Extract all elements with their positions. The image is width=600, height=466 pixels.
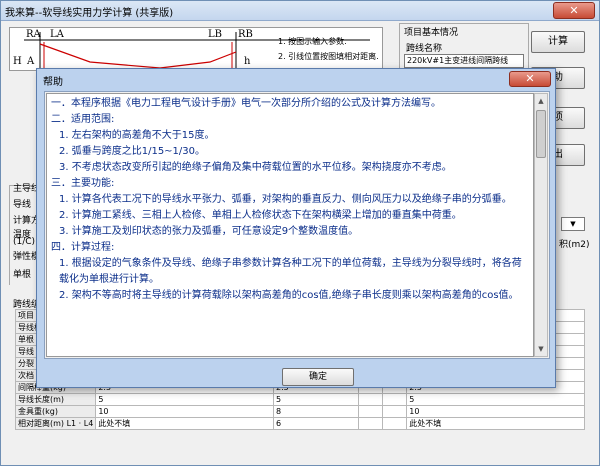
label-lb: LB bbox=[208, 29, 222, 40]
help-paragraph: 3. 计算施工及划印状态的张力及弧垂，可任意设定9个整数温度值。 bbox=[59, 226, 359, 237]
line-name-label: 跨线名称 bbox=[406, 44, 443, 54]
table-cell[interactable]: 5 bbox=[95, 393, 275, 406]
table-row: 相对距离(m) L1 · L4 此处不填 6 此处不填 bbox=[14, 417, 585, 430]
help-scrollbar[interactable]: ▲ ▼ bbox=[534, 93, 548, 357]
table-cell[interactable]: 6 bbox=[273, 417, 360, 430]
table-cell[interactable]: 5 bbox=[273, 393, 360, 406]
help-paragraph: 三．主要功能: bbox=[51, 178, 115, 189]
label-hb: h bbox=[244, 56, 251, 67]
bg-label-coef: (1/C) bbox=[13, 237, 36, 247]
help-paragraph: 2. 架构不等高时将主导线的计算荷载除以架构高差角的cos值,绝缘子串长度则乘以… bbox=[59, 290, 519, 301]
confirm-button[interactable]: 确定 bbox=[282, 368, 354, 386]
row-label: 金具重(kg) bbox=[14, 405, 97, 418]
table-cell[interactable] bbox=[358, 405, 384, 418]
help-paragraph: 1. 计算各代表工况下的导线水平张力、弧垂，对架构的垂直反力、侧向风压力以及绝缘… bbox=[59, 194, 512, 205]
label-h: H bbox=[13, 56, 22, 67]
help-paragraph: 1. 根据设定的气象条件及导线、绝缘子串参数计算各种工况下的单位荷载，主导线为分… bbox=[59, 258, 522, 285]
span-diagram: RA LA H A LB RB h 1. 按图示输入参数. 2. 引线位置按图填… bbox=[9, 27, 383, 71]
table-cell[interactable] bbox=[382, 405, 408, 418]
step-1: 1. 按图示输入参数. bbox=[278, 37, 347, 46]
scroll-thumb[interactable] bbox=[536, 110, 546, 158]
table-cell[interactable] bbox=[382, 393, 408, 406]
scroll-down-icon[interactable]: ▼ bbox=[535, 342, 547, 356]
window-title: 我来算--软导线实用力学计算 (共享版) bbox=[5, 8, 174, 19]
project-info-title: 项目基本情况 bbox=[404, 25, 459, 38]
help-titlebar[interactable]: 帮助 ✕ bbox=[37, 69, 555, 89]
table-cell[interactable]: 8 bbox=[273, 405, 360, 418]
table-cell[interactable]: 此处不填 bbox=[95, 417, 275, 430]
bg-label-single: 单根 bbox=[13, 270, 32, 280]
row-label: 导线长度(m) bbox=[14, 393, 97, 406]
label-rb: RB bbox=[238, 29, 253, 40]
table-row: 金具重(kg) 10 8 10 bbox=[14, 405, 585, 418]
help-paragraph: 2. 计算施工紧线、三相上人检修、单相上人检修状态下在架构横梁上增加的垂直集中荷… bbox=[59, 210, 462, 221]
bg-label-wire: 导线 bbox=[13, 200, 32, 210]
label-ra: RA bbox=[26, 29, 41, 40]
help-text-area[interactable]: 一．本程序根据《电力工程电气设计手册》电气一次部分所介绍的公式及计算方法编写。二… bbox=[46, 93, 534, 357]
table-cell[interactable]: 10 bbox=[95, 405, 275, 418]
row-label: 相对距离(m) L1 · L4 bbox=[14, 417, 97, 430]
main-titlebar[interactable]: 我来算--软导线实用力学计算 (共享版) ✕ bbox=[1, 1, 599, 21]
calculate-button[interactable]: 计算 bbox=[531, 31, 585, 53]
help-paragraph: 1. 左右架构的高差角不大于15度。 bbox=[59, 130, 215, 141]
help-body: 一．本程序根据《电力工程电气设计手册》电气一次部分所介绍的公式及计算方法编写。二… bbox=[44, 91, 550, 359]
table-cell[interactable]: 此处不填 bbox=[406, 417, 585, 430]
table-cell[interactable]: 5 bbox=[406, 393, 585, 406]
label-la: LA bbox=[50, 29, 64, 40]
label-a: A bbox=[27, 56, 35, 67]
table-cell[interactable] bbox=[358, 417, 384, 430]
step-list: 1. 按图示输入参数. 2. 引线位置按图填相对距离. bbox=[278, 34, 382, 64]
help-paragraph: 二．适用范围: bbox=[51, 114, 115, 125]
help-title: 帮助 bbox=[43, 77, 63, 88]
close-icon[interactable]: ✕ bbox=[553, 2, 595, 19]
scroll-up-icon[interactable]: ▲ bbox=[535, 94, 547, 108]
table-row: 导线长度(m) 5 5 5 bbox=[14, 393, 585, 406]
line-name-input[interactable]: 220kV#1主变进线间隔跨线 bbox=[404, 54, 524, 68]
chevron-down-icon[interactable]: ▼ bbox=[561, 217, 585, 231]
help-paragraph: 四．计算过程: bbox=[51, 242, 115, 253]
help-paragraph: 2. 弧垂与跨度之比1/15~1/30。 bbox=[59, 146, 206, 157]
step-2: 2. 引线位置按图填相对距离. bbox=[278, 52, 379, 61]
help-paragraph: 3. 不考虑状态改变所引起的绝缘子偏角及集中荷载位置的水平位移。架构挠度亦不考虑… bbox=[59, 162, 452, 173]
table-cell[interactable] bbox=[382, 417, 408, 430]
help-dialog: 帮助 ✕ 一．本程序根据《电力工程电气设计手册》电气一次部分所介绍的公式及计算方… bbox=[36, 68, 556, 388]
table-cell[interactable]: 10 bbox=[406, 405, 585, 418]
table-cell[interactable] bbox=[358, 393, 384, 406]
close-icon[interactable]: ✕ bbox=[509, 71, 551, 87]
area-unit-label: 积(m2) bbox=[559, 240, 590, 250]
help-paragraph: 一．本程序根据《电力工程电气设计手册》电气一次部分所介绍的公式及计算方法编写。 bbox=[51, 98, 441, 109]
